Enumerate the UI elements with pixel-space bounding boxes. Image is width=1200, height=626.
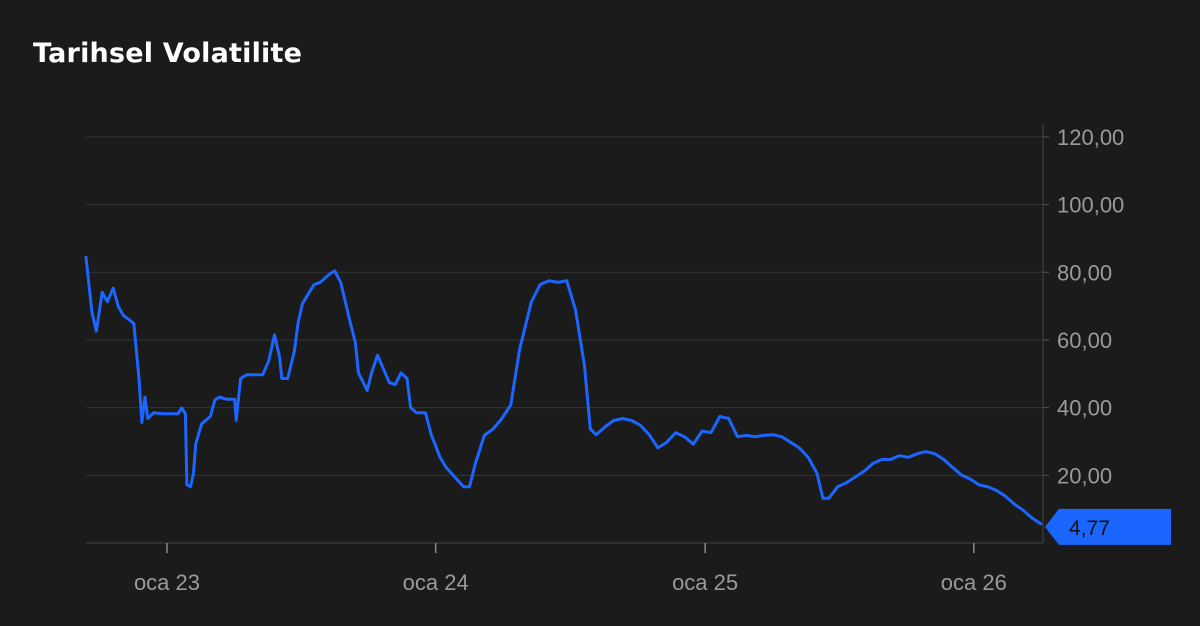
x-tick-label: oca 26 — [941, 570, 1007, 595]
axes — [86, 124, 1049, 553]
grid-lines — [86, 136, 1043, 476]
series-line — [84, 255, 1043, 526]
series-layer — [84, 255, 1043, 526]
tick-labels: 20,00 40,00 60,00 80,00 100,00 120,00 oca 23 oc… — [134, 125, 1124, 595]
x-tick-label: oca 23 — [134, 570, 200, 595]
y-tick-label: 20,00 — [1057, 463, 1112, 488]
x-tick-label: oca 25 — [672, 570, 738, 595]
last-value-label: 4,77 — [1069, 517, 1110, 540]
volatility-line-chart: 20,00 40,00 60,00 80,00 100,00 120,00 oca 23 oc… — [84, 124, 1171, 595]
y-tick-label: 80,00 — [1057, 260, 1112, 285]
y-tick-label: 40,00 — [1057, 396, 1112, 421]
y-tick-label: 100,00 — [1057, 193, 1124, 218]
y-tick-label: 120,00 — [1057, 125, 1124, 150]
y-tick-label: 60,00 — [1057, 328, 1112, 353]
last-value-marker: 4,77 — [1045, 508, 1171, 545]
x-tick-label: oca 24 — [403, 570, 469, 595]
